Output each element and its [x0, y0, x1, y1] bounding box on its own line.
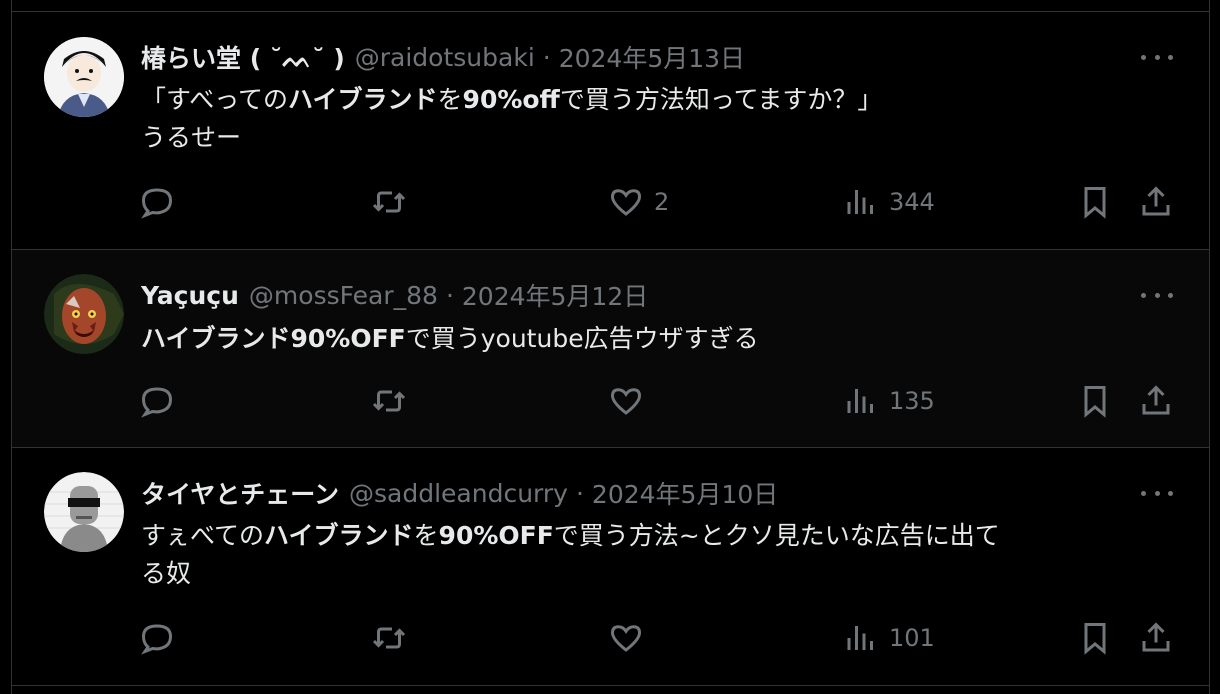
tweet-actions: 101 [12, 620, 1209, 660]
tweet-text-line: ハイブランド90%OFFで買うyoutube広告ウザすぎる [141, 320, 1169, 358]
tweet-actions: 135 [12, 383, 1209, 423]
tweet-header: タイヤとチェーン @saddleandcurry · 2024年5月10日 [141, 473, 1149, 513]
bar-chart-icon [847, 626, 873, 650]
share-upload-icon [1142, 186, 1170, 216]
views-button[interactable]: 135 [843, 383, 935, 419]
tweet-header: 椿らい堂 ( ˘ᨓ˘ ) @raidotsubaki · 2024年5月13日 [141, 37, 1149, 77]
bar-chart-icon [847, 190, 873, 214]
retweet-button[interactable] [371, 620, 417, 656]
bookmark-button[interactable] [1077, 184, 1113, 220]
tweet-text-line: る奴 [141, 555, 1169, 593]
tweet-text-line: 「すべってのハイブランドを90%offで買う方法知ってますか？」 [141, 81, 1169, 119]
views-button[interactable]: 101 [843, 620, 935, 656]
share-upload-icon [1142, 385, 1170, 415]
tweet-text: ハイブランド90%OFFで買うyoutube広告ウザすぎる [141, 320, 1169, 358]
bold-text: ハイブランド90%OFF [141, 324, 406, 353]
tweet-date[interactable]: 2024年5月13日 [559, 39, 745, 75]
text-run: 「すべっての [141, 85, 289, 114]
retweet-button[interactable] [371, 383, 417, 419]
tweet[interactable]: Yaçuçu @mossFear_88 · 2024年5月12日 ハイブランド9… [12, 250, 1209, 448]
display-name[interactable]: 椿らい堂 ( ˘ᨓ˘ ) [141, 39, 345, 75]
views-button[interactable]: 344 [843, 184, 935, 220]
retweet-button[interactable] [371, 184, 417, 220]
text-run: で買うyoutube広告ウザすぎる [405, 324, 759, 353]
heart-icon [610, 189, 642, 216]
reply-button[interactable] [139, 620, 185, 656]
share-upload-icon [1142, 622, 1170, 652]
bar-chart-icon [847, 389, 873, 413]
more-dots-icon[interactable] [1141, 285, 1173, 305]
tweet[interactable]: タイヤとチェーン @saddleandcurry · 2024年5月10日 すぇ… [12, 448, 1209, 686]
separator-dot: · [575, 478, 584, 508]
separator-dot: · [445, 280, 454, 310]
bold-text: 90%OFF [438, 521, 554, 550]
tweet-actions: 2 344 [12, 184, 1209, 224]
text-run: を [413, 521, 439, 550]
more-dots-icon[interactable] [1141, 47, 1173, 67]
view-count: 135 [889, 387, 935, 415]
text-run: で買う方法~とクソ見たいな広告に出て [553, 521, 1000, 550]
view-count: 344 [889, 188, 935, 216]
tweet-text-line: うるせー [141, 119, 1169, 157]
tweet-text: すぇべてのハイブランドを90%OFFで買う方法~とクソ見たいな広告に出てる奴 [141, 517, 1169, 593]
avatar[interactable] [44, 472, 124, 552]
user-handle[interactable]: @raidotsubaki [355, 43, 535, 72]
tweet-date[interactable]: 2024年5月12日 [462, 277, 648, 313]
heart-icon [610, 388, 642, 415]
heart-icon [610, 625, 642, 652]
bold-text: 90%off [462, 85, 560, 114]
bookmark-button[interactable] [1077, 620, 1113, 656]
bookmark-icon [1084, 187, 1106, 219]
text-run: る奴 [141, 559, 192, 588]
timeline-column: 椿らい堂 ( ˘ᨓ˘ ) @raidotsubaki · 2024年5月13日 … [11, 0, 1210, 694]
speech-bubble-icon [141, 188, 173, 219]
retweet-arrows-icon [372, 390, 406, 412]
bookmark-icon [1084, 623, 1106, 655]
display-name[interactable]: タイヤとチェーン [141, 475, 339, 511]
text-run: を [437, 85, 463, 114]
retweet-arrows-icon [372, 627, 406, 649]
like-button[interactable] [608, 383, 654, 419]
share-button[interactable] [1138, 620, 1174, 656]
share-button[interactable] [1138, 383, 1174, 419]
avatar[interactable] [44, 37, 124, 117]
text-run: で買う方法知ってますか？」 [559, 85, 883, 114]
share-button[interactable] [1138, 184, 1174, 220]
speech-bubble-icon [141, 624, 173, 655]
tweet-header: Yaçuçu @mossFear_88 · 2024年5月12日 [141, 275, 1149, 315]
bookmark-icon [1084, 386, 1106, 418]
retweet-arrows-icon [372, 191, 406, 213]
tweet[interactable]: 椿らい堂 ( ˘ᨓ˘ ) @raidotsubaki · 2024年5月13日 … [12, 12, 1209, 250]
text-run: すぇべての [141, 521, 265, 550]
display-name[interactable]: Yaçuçu [141, 281, 239, 310]
tweet-text: 「すべってのハイブランドを90%offで買う方法知ってますか？」うるせー [141, 81, 1169, 157]
bold-text: ハイブランド [288, 85, 438, 114]
like-count: 2 [654, 188, 670, 216]
like-button[interactable]: 2 [608, 184, 669, 220]
reply-button[interactable] [139, 184, 185, 220]
reply-button[interactable] [139, 383, 185, 419]
view-count: 101 [889, 624, 935, 652]
user-handle[interactable]: @saddleandcurry [349, 479, 568, 508]
text-run: うるせー [141, 123, 242, 152]
bold-text: ハイブランド [264, 521, 414, 550]
more-dots-icon[interactable] [1141, 483, 1173, 503]
tweet-text-line: すぇべてのハイブランドを90%OFFで買う方法~とクソ見たいな広告に出て [141, 517, 1169, 555]
speech-bubble-icon [141, 387, 173, 418]
separator-dot: · [542, 42, 551, 72]
avatar[interactable] [44, 274, 124, 354]
user-handle[interactable]: @mossFear_88 [249, 281, 438, 310]
like-button[interactable] [608, 620, 654, 656]
tweet-date[interactable]: 2024年5月10日 [592, 475, 778, 511]
bookmark-button[interactable] [1077, 383, 1113, 419]
